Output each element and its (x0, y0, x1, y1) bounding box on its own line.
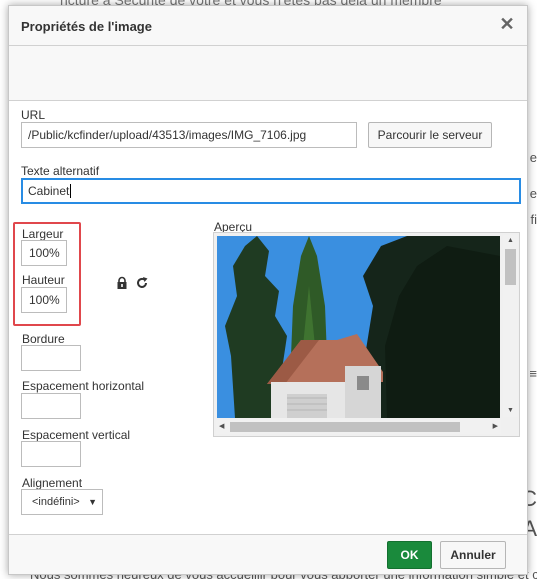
border-label: Bordure (22, 332, 65, 346)
preview-frame: ▲ ▼ ◀ ▶ (213, 232, 520, 437)
house-photo-image (217, 236, 500, 418)
cancel-button[interactable]: Annuler (440, 541, 506, 569)
scroll-down-icon[interactable]: ▼ (507, 407, 514, 415)
height-label: Hauteur (22, 273, 65, 287)
alignment-label: Alignement (22, 476, 83, 490)
preview-horizontal-thumb[interactable] (230, 422, 460, 432)
preview-image (217, 236, 500, 418)
url-label: URL (21, 108, 46, 122)
background-fragment: fi (530, 212, 537, 227)
hspace-label: Espacement horizontal (22, 379, 145, 393)
alignment-selected-value: <indéfini> (32, 496, 80, 508)
dialog-header: Propriétés de l'image ✕ (9, 6, 527, 46)
width-input[interactable]: 100% (21, 240, 67, 266)
scroll-left-icon[interactable]: ◀ (219, 423, 224, 431)
dialog-footer: OK Annuler (9, 534, 527, 574)
close-icon[interactable]: ✕ (499, 15, 515, 33)
lock-ratio-icon[interactable] (115, 276, 129, 290)
background-fragment: e (529, 150, 537, 165)
vspace-input[interactable] (21, 441, 81, 467)
height-input[interactable]: 100% (21, 287, 67, 313)
dialog-tab-bar (9, 46, 527, 101)
ok-button[interactable]: OK (387, 541, 432, 569)
hspace-input[interactable] (21, 393, 81, 419)
width-label: Largeur (22, 227, 64, 241)
text-cursor: ​ (70, 184, 72, 198)
dropdown-arrow-icon: ▼ (88, 497, 97, 507)
vspace-label: Espacement vertical (22, 428, 131, 442)
background-fragment: e (529, 186, 537, 201)
image-properties-dialog: Propriétés de l'image ✕ URL /Public/kcfi… (8, 5, 528, 575)
border-input[interactable] (21, 345, 81, 371)
dialog-title: Propriétés de l'image (21, 19, 152, 34)
scroll-right-icon[interactable]: ▶ (493, 423, 498, 431)
scroll-up-icon[interactable]: ▲ (507, 237, 514, 245)
preview-horizontal-scrollbar[interactable]: ◀ ▶ (216, 420, 501, 434)
alt-text-label: Texte alternatif (21, 164, 100, 178)
background-fragment: ≡ (529, 366, 537, 381)
alt-text-value: Cabinet (28, 184, 70, 198)
reset-size-icon[interactable] (135, 276, 149, 290)
alignment-select[interactable]: <indéfini> ▼ (21, 489, 103, 515)
preview-vertical-scrollbar[interactable]: ▲ ▼ (503, 235, 518, 417)
alt-text-input[interactable]: Cabinet​ (21, 178, 521, 204)
url-input[interactable]: /Public/kcfinder/upload/43513/images/IMG… (21, 122, 357, 148)
preview-vertical-thumb[interactable] (505, 249, 516, 285)
browse-server-button[interactable]: Parcourir le serveur (368, 122, 492, 148)
